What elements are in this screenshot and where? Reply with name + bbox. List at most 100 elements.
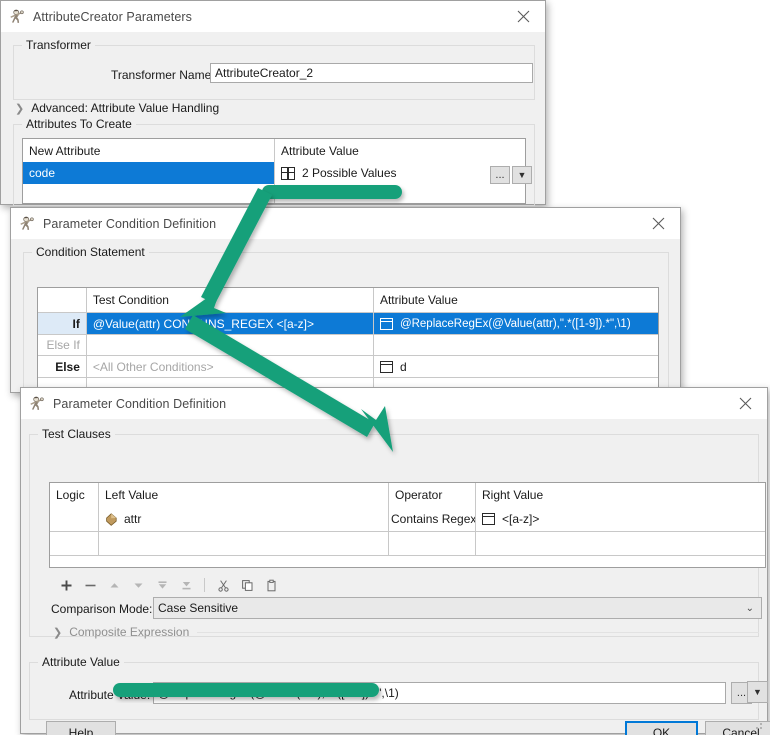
table-row[interactable]: If @Value(attr) CONTAINS_REGEX <[a-z]> @…: [38, 312, 658, 334]
cell-right-value[interactable]: <[a-z]>: [475, 507, 765, 531]
cell-attribute-value[interactable]: @ReplaceRegEx(@Value(attr),".*([1-9]).*"…: [372, 313, 658, 334]
chevron-down-icon: ▼: [753, 687, 762, 697]
parameter-condition-definition-dialog-2: Parameter Condition Definition Test Clau…: [20, 387, 770, 735]
cell-attribute-value[interactable]: d: [372, 356, 658, 377]
column-header-right-value: Right Value: [475, 483, 765, 507]
comparison-mode-select[interactable]: Case Sensitive ⌄: [153, 597, 762, 619]
cell-operator[interactable]: Contains Regex: [388, 507, 475, 531]
add-icon[interactable]: [54, 575, 78, 595]
condition-statement-table[interactable]: Test Condition Attribute Value If @Value…: [37, 287, 659, 394]
cell-right-value-empty[interactable]: [475, 532, 765, 555]
dialog3-body: Test Clauses Logic Left Value Operator R…: [21, 419, 770, 735]
parameter-condition-definition-dialog-1: Parameter Condition Definition Condition…: [10, 207, 681, 394]
move-to-bottom-icon[interactable]: [174, 575, 198, 595]
dialog2-body: Condition Statement Test Condition Attri…: [11, 239, 680, 394]
cell-left-value-empty[interactable]: [98, 532, 388, 555]
attribute-value-dropdown-button[interactable]: ▼: [512, 166, 532, 184]
cell-logic-empty[interactable]: [50, 532, 98, 555]
cell-attribute-value-text: @ReplaceRegEx(@Value(attr),".*([1-9]).*"…: [399, 317, 631, 330]
screenshot-root: AttributeCreator Parameters Transformer …: [0, 0, 770, 735]
cell-left-value-text: attr: [124, 512, 142, 526]
document-icon: [379, 317, 393, 330]
table-row-spacer: [50, 555, 765, 567]
cell-right-value-text: <[a-z]>: [502, 512, 540, 526]
cell-test-condition[interactable]: <All Other Conditions>: [85, 356, 373, 377]
close-icon[interactable]: [723, 388, 767, 419]
comparison-mode-label: Comparison Mode:: [51, 602, 153, 616]
close-icon[interactable]: [501, 1, 545, 32]
chevron-right-icon: ❯: [53, 626, 63, 639]
clauses-table-header: Logic Left Value Operator Right Value: [50, 483, 765, 507]
comparison-mode-value: Case Sensitive: [158, 601, 239, 615]
advanced-attribute-value-handling-expander[interactable]: ❯ Advanced: Attribute Value Handling: [15, 100, 315, 116]
attribute-value-dropdown-button[interactable]: ▼: [747, 681, 768, 703]
dialog2-titlebar[interactable]: Parameter Condition Definition: [11, 208, 680, 239]
cell-attribute-value-empty[interactable]: [372, 335, 658, 355]
attribute-value-group-title: Attribute Value: [38, 655, 124, 669]
column-header-attribute-value: Attribute Value: [372, 288, 658, 312]
composite-expression-label: Composite Expression: [69, 625, 190, 639]
advanced-expander-label: Advanced: Attribute Value Handling: [31, 101, 220, 115]
cell-attribute-value-text: d: [399, 359, 407, 374]
cell-spacer: [50, 556, 765, 567]
move-down-icon[interactable]: [126, 575, 150, 595]
toolbar-separator: [204, 578, 205, 592]
dialog1-titlebar[interactable]: AttributeCreator Parameters: [1, 1, 545, 32]
dialog3-titlebar[interactable]: Parameter Condition Definition: [21, 388, 767, 419]
remove-icon[interactable]: [78, 575, 102, 595]
cell-attribute-value-empty[interactable]: [274, 184, 525, 203]
table-row[interactable]: Else <All Other Conditions> d: [38, 355, 658, 377]
attribute-value-text: @ReplaceRegEx(@Value(attr),".*([1-9]).*"…: [158, 686, 399, 700]
attribute-value-ellipsis-button[interactable]: ...: [490, 166, 510, 184]
column-header-test-condition: Test Condition: [85, 288, 373, 312]
clauses-toolbar[interactable]: [54, 574, 314, 596]
attribute-icon: [105, 512, 117, 526]
table-row[interactable]: Else If: [38, 334, 658, 355]
table-row-empty[interactable]: [50, 531, 765, 555]
dialog3-title: Parameter Condition Definition: [53, 396, 227, 411]
column-header-logic: Logic: [56, 488, 85, 502]
composite-expression-expander[interactable]: ❯ Composite Expression: [53, 624, 759, 640]
column-header-logic: [38, 288, 86, 312]
copy-icon[interactable]: [235, 575, 259, 595]
table-row-empty[interactable]: [23, 184, 525, 203]
dialog1-body: Transformer Transformer Name: AttributeC…: [1, 32, 545, 206]
transformer-name-label: Transformer Name:: [111, 68, 215, 82]
attributes-to-create-title: Attributes To Create: [22, 117, 136, 131]
column-header-new-attribute: New Attribute: [29, 143, 101, 158]
chevron-down-icon: ⌄: [745, 602, 754, 614]
cell-attribute-value[interactable]: 2 Possible Values: [274, 162, 525, 184]
test-clauses-table[interactable]: Logic Left Value Operator Right Value at…: [49, 482, 766, 568]
row-header-else-if: Else If: [38, 335, 86, 355]
cell-new-attribute[interactable]: code: [23, 162, 274, 184]
help-button[interactable]: Help: [46, 721, 116, 735]
attribute-value-input[interactable]: @ReplaceRegEx(@Value(attr),".*([1-9]).*"…: [153, 682, 726, 704]
dialog1-title: AttributeCreator Parameters: [33, 9, 193, 24]
close-icon[interactable]: [636, 208, 680, 239]
paste-icon[interactable]: [259, 575, 283, 595]
attribute-value-label: Attribute Value:: [69, 688, 151, 702]
row-header-if: If: [38, 313, 86, 334]
cell-test-condition-empty[interactable]: [85, 335, 373, 355]
table-row[interactable]: attr Contains Regex <[a-z]>: [50, 507, 765, 531]
table-row[interactable]: code 2 Possible Values: [23, 162, 525, 184]
cell-attribute-value-text: 2 Possible Values: [302, 166, 397, 180]
resize-grip[interactable]: [754, 721, 764, 731]
cell-operator-empty[interactable]: [388, 532, 475, 555]
cell-logic[interactable]: [50, 507, 98, 531]
fme-transformer-icon: [29, 396, 45, 412]
attributecreator-parameters-dialog: AttributeCreator Parameters Transformer …: [0, 0, 546, 206]
dialog2-title: Parameter Condition Definition: [43, 216, 217, 231]
test-clauses-title: Test Clauses: [38, 427, 115, 441]
cell-new-attribute-empty[interactable]: [23, 184, 274, 203]
transformer-name-input[interactable]: AttributeCreator_2: [210, 63, 533, 83]
divider: [197, 631, 759, 633]
cell-test-condition[interactable]: @Value(attr) CONTAINS_REGEX <[a-z]>: [85, 313, 373, 334]
attributes-table[interactable]: New Attribute Attribute Value code 2 Pos…: [22, 138, 526, 204]
move-up-icon[interactable]: [102, 575, 126, 595]
column-header-operator: Operator: [388, 483, 475, 507]
move-to-top-icon[interactable]: [150, 575, 174, 595]
cell-left-value[interactable]: attr: [98, 507, 388, 531]
ok-button[interactable]: OK: [625, 721, 698, 735]
cut-icon[interactable]: [211, 575, 235, 595]
